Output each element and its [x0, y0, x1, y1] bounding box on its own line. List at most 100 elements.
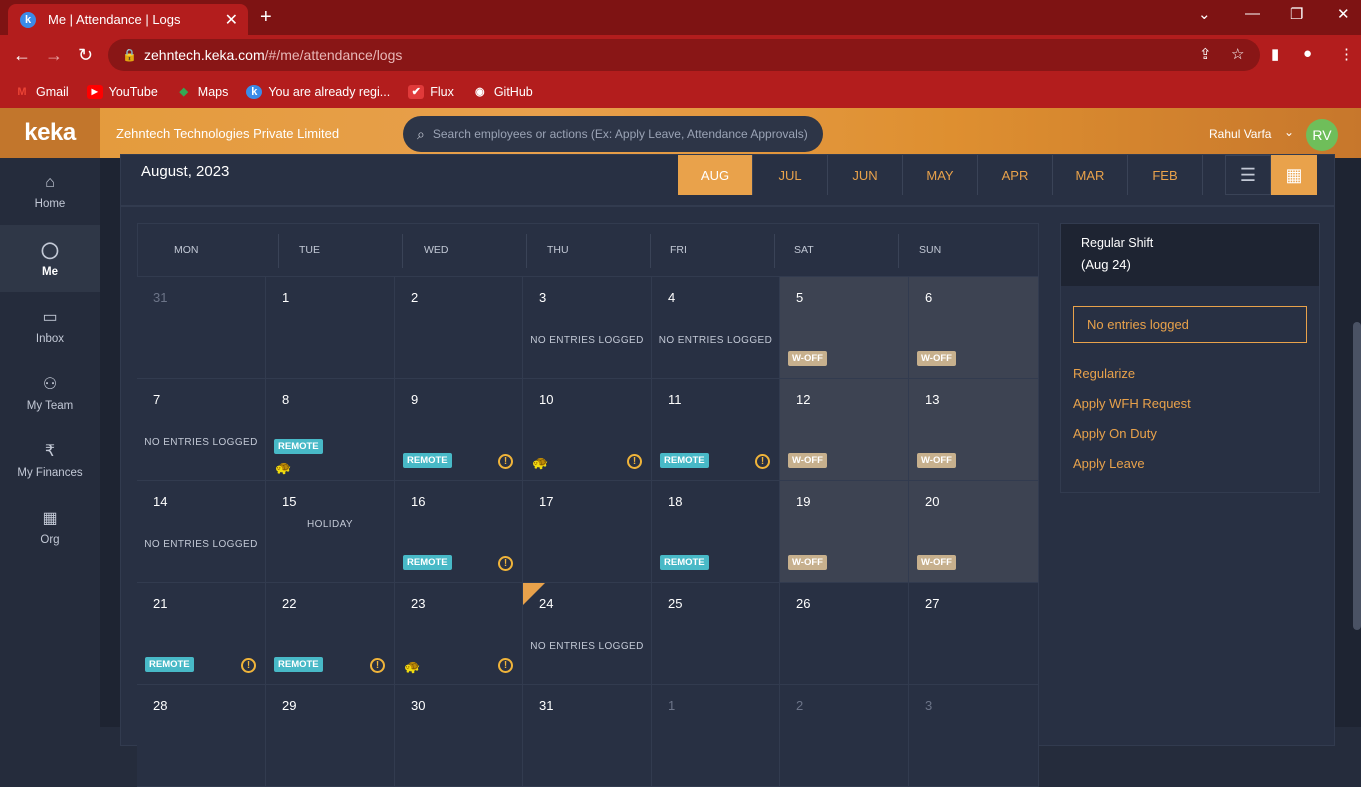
calendar-day-cell[interactable]: 9 REMOTE! [395, 379, 523, 481]
profile-icon[interactable]: ● [1303, 45, 1312, 62]
day-header-wed: WED [424, 244, 449, 256]
restore-icon[interactable]: ❐ [1290, 5, 1303, 23]
tab-apr[interactable]: APR [978, 155, 1053, 195]
calendar-day-cell[interactable]: 2 [395, 277, 523, 379]
sidebar-item-inbox[interactable]: ▭ Inbox [0, 292, 100, 359]
search-input[interactable]: ⌕ Search employees or actions (Ex: Apply… [403, 116, 823, 152]
chevron-down-icon[interactable]: ⌄ [1284, 125, 1294, 139]
tab-jul[interactable]: JUL [753, 155, 828, 195]
warning-icon[interactable]: ! [241, 658, 256, 673]
new-tab-icon[interactable]: + [260, 6, 272, 29]
calendar-day-cell[interactable]: 24 NO ENTRIES LOGGED [523, 583, 652, 685]
calendar-day-cell[interactable]: 1 [266, 277, 395, 379]
apply-wfh-request-link[interactable]: Apply WFH Request [1073, 396, 1191, 411]
week-off-badge: W-OFF [917, 555, 956, 570]
bookmark-youtube[interactable]: ▶ YouTube [86, 84, 158, 99]
calendar-day-cell[interactable]: 8 REMOTE 🐢 [266, 379, 395, 481]
calendar-day-cell[interactable]: 10 🐢! [523, 379, 652, 481]
calendar-day-cell[interactable]: 18 REMOTE [652, 481, 780, 583]
forward-icon[interactable]: → [45, 45, 63, 66]
bookmark-maps[interactable]: ◆ Maps [176, 85, 229, 99]
divider [650, 234, 651, 268]
share-icon[interactable]: ⇪ [1199, 45, 1212, 63]
warning-icon[interactable]: ! [498, 658, 513, 673]
bookmark-star-icon[interactable]: ☆ [1231, 45, 1244, 63]
calendar-day-cell[interactable]: 6 W-OFF [909, 277, 1039, 379]
back-icon[interactable]: ← [13, 45, 31, 66]
calendar-day-cell[interactable]: 30 [395, 685, 523, 787]
tab-feb[interactable]: FEB [1128, 155, 1203, 195]
calendar-day-cell[interactable]: 27 [909, 583, 1039, 685]
calendar-day-cell[interactable]: 2 [780, 685, 909, 787]
avatar[interactable]: RV [1306, 119, 1338, 151]
sidebar-item-my-finances[interactable]: ₹ My Finances [0, 426, 100, 493]
calendar-day-cell[interactable]: 13 W-OFF [909, 379, 1039, 481]
calendar-day-cell[interactable]: 17 [523, 481, 652, 583]
calendar-day-cell[interactable]: 3 [909, 685, 1039, 787]
warning-icon[interactable]: ! [627, 454, 642, 469]
bookmark-github[interactable]: ◉ GitHub [472, 85, 533, 99]
calendar-day-cell[interactable]: 25 [652, 583, 780, 685]
calendar-day-cell[interactable]: 12 W-OFF [780, 379, 909, 481]
calendar-day-cell[interactable]: 29 [266, 685, 395, 787]
calendar-day-cell[interactable]: 1 [652, 685, 780, 787]
regularize-link[interactable]: Regularize [1073, 366, 1135, 381]
sidebar-item-home[interactable]: ⌂ Home [0, 158, 100, 225]
warning-icon[interactable]: ! [370, 658, 385, 673]
apply-leave-link[interactable]: Apply Leave [1073, 456, 1145, 471]
calendar-day-cell[interactable]: 5 W-OFF [780, 277, 909, 379]
calendar-day-cell[interactable]: 20 W-OFF [909, 481, 1039, 583]
status-box: No entries logged [1073, 306, 1307, 343]
tab-search-chevron-icon[interactable]: ⌄ [1198, 5, 1211, 23]
apply-on-duty-link[interactable]: Apply On Duty [1073, 426, 1157, 441]
warning-icon[interactable]: ! [498, 556, 513, 571]
calendar-day-cell[interactable]: 16 REMOTE! [395, 481, 523, 583]
calendar-day-cell[interactable]: 15 HOLIDAY [266, 481, 395, 583]
day-number: 24 [539, 596, 554, 611]
calendar-view-icon[interactable]: ▦ [1271, 155, 1317, 195]
day-number: 29 [282, 698, 297, 713]
side-panel-icon[interactable]: ▮ [1271, 45, 1279, 63]
browser-tab[interactable]: k Me | Attendance | Logs ✕ [8, 4, 248, 35]
bookmark-flux[interactable]: ✔ Flux [408, 84, 454, 99]
sidebar-item-my-team[interactable]: ⚇ My Team [0, 359, 100, 426]
calendar-day-cell[interactable]: 14 NO ENTRIES LOGGED [137, 481, 266, 583]
warning-icon[interactable]: ! [755, 454, 770, 469]
tab-jun[interactable]: JUN [828, 155, 903, 195]
tab-aug[interactable]: AUG [678, 155, 753, 195]
calendar-day-cell[interactable]: 28 [137, 685, 266, 787]
calendar-day-cell[interactable]: 31 [137, 277, 266, 379]
calendar-day-cell[interactable]: 19 W-OFF [780, 481, 909, 583]
bookmark-gmail[interactable]: M Gmail [14, 85, 68, 99]
shift-title: Regular Shift [1081, 236, 1154, 250]
list-view-icon[interactable]: ☰ [1225, 155, 1271, 195]
calendar-day-cell[interactable]: 22 REMOTE! [266, 583, 395, 685]
sidebar-item-org[interactable]: ▦ Org [0, 493, 100, 560]
calendar-day-cell[interactable]: 3 NO ENTRIES LOGGED [523, 277, 652, 379]
close-tab-icon[interactable]: ✕ [225, 10, 238, 30]
close-window-icon[interactable]: ✕ [1337, 5, 1350, 23]
calendar-day-cell[interactable]: 23 🐢! [395, 583, 523, 685]
sidebar-item-label: Me [42, 265, 58, 278]
calendar-day-cell[interactable]: 11 REMOTE! [652, 379, 780, 481]
person-icon: ◯ [41, 241, 59, 259]
scrollbar[interactable] [1353, 322, 1361, 630]
calendar-day-cell[interactable]: 4 NO ENTRIES LOGGED [652, 277, 780, 379]
calendar-day-cell[interactable]: 31 [523, 685, 652, 787]
tab-mar[interactable]: MAR [1053, 155, 1128, 195]
tab-may[interactable]: MAY [903, 155, 978, 195]
minimize-icon[interactable]: — [1245, 5, 1260, 22]
calendar-day-cell[interactable]: 7 NO ENTRIES LOGGED [137, 379, 266, 481]
sidebar-item-me[interactable]: ◯ Me [0, 225, 100, 292]
warning-icon[interactable]: ! [498, 454, 513, 469]
bookmark-keka[interactable]: k You are already regi... [246, 84, 390, 99]
calendar-day-cell[interactable]: 21 REMOTE! [137, 583, 266, 685]
address-bar[interactable]: 🔒 zehntech.keka.com/#/me/attendance/logs [108, 39, 1260, 71]
late-arrival-turtle-icon: 🐢 [532, 455, 549, 470]
calendar-day-cell[interactable]: 26 [780, 583, 909, 685]
reload-icon[interactable]: ↻ [78, 45, 93, 66]
user-name[interactable]: Rahul Varfa [1209, 127, 1271, 141]
menu-dots-icon[interactable]: ⋮ [1339, 45, 1354, 63]
remote-badge: REMOTE [660, 453, 709, 468]
keka-logo[interactable]: keka [0, 108, 100, 158]
